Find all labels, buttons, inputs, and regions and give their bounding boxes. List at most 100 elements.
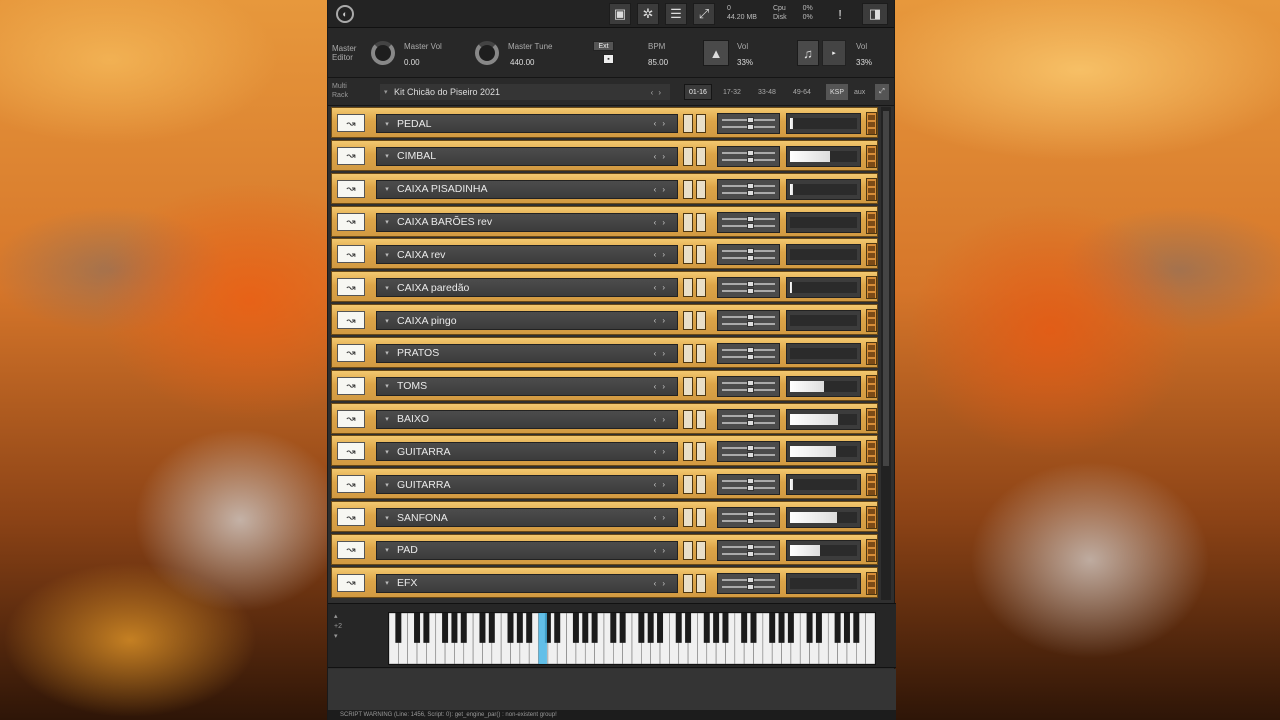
rack-view-icon[interactable]: ☰ [665,3,687,25]
solo-button[interactable] [683,540,693,560]
instrument-name-field[interactable]: ▾ CAIXA rev ‹› [376,245,678,265]
metronome-icon[interactable]: ▲ [703,40,729,66]
pan-slider-handle[interactable] [747,386,754,393]
mute-button[interactable] [696,311,706,331]
instrument-icon[interactable]: ↝ [337,540,365,559]
pan-slider-handle[interactable] [747,124,754,130]
instrument-slot[interactable]: ↝ ▾ GUITARRA ‹› [331,435,878,467]
pan-slider-handle[interactable] [747,255,754,262]
chevron-down-icon[interactable]: ▾ [377,349,397,357]
chevron-down-icon[interactable]: ▾ [377,185,397,193]
ksp-button[interactable]: KSP [826,84,849,100]
volume-slider-handle[interactable] [747,182,754,189]
prev-next-arrows[interactable]: ‹› [654,283,671,292]
master-tune-knob[interactable] [475,41,499,65]
tune-pan-sliders[interactable] [717,113,780,134]
expand-icon[interactable]: ⤢ [875,84,889,100]
instrument-name-field[interactable]: ▾ PEDAL ‹› [376,114,678,133]
prev-next-arrows[interactable]: ‹› [654,185,671,194]
black-key[interactable] [554,613,561,643]
pan-slider-handle[interactable] [747,419,754,426]
black-key[interactable] [414,613,421,643]
instrument-slot[interactable]: ↝ ▾ PAD ‹› [331,533,878,565]
chevron-down-icon[interactable]: ▾ [377,120,397,128]
aux-output-buttons[interactable] [866,473,877,497]
instrument-icon[interactable]: ↝ [337,343,365,362]
prev-next-arrows[interactable]: ‹› [654,218,671,227]
mute-button[interactable] [696,409,706,429]
chevron-down-icon[interactable]: ▾ [377,514,397,522]
kontakt-logo-icon[interactable]: ◐ [336,5,354,23]
alert-icon[interactable]: ! [833,3,847,25]
chevron-down-icon[interactable]: ▾ [377,579,397,587]
prev-next-arrows[interactable]: ‹› [651,88,666,97]
aux-output-buttons[interactable] [866,309,877,333]
black-key[interactable] [703,613,710,643]
chevron-down-icon[interactable]: ▾ [377,382,397,390]
resize-icon[interactable]: ⤢ [693,3,715,25]
instrument-icon[interactable]: ↝ [337,475,365,494]
page-tab-33-48[interactable]: 33-48 [754,84,780,100]
mute-button[interactable] [696,376,706,396]
volume-slider-handle[interactable] [747,543,754,550]
aux-output-buttons[interactable] [866,440,877,464]
aux-output-buttons[interactable] [866,112,877,135]
black-key[interactable] [460,613,467,643]
volume-slider-handle[interactable] [747,576,754,583]
chevron-down-icon[interactable]: ▾ [377,152,397,160]
chevron-down-icon[interactable]: ▾ [377,448,397,456]
aux-button[interactable]: aux [850,84,869,100]
black-key[interactable] [442,613,449,643]
tune-pan-sliders[interactable] [717,342,780,364]
volume-slider-handle[interactable] [747,215,754,222]
aux-output-buttons[interactable] [866,243,877,267]
aux-output-buttons[interactable] [866,144,877,168]
master-volume-knob[interactable] [371,41,395,65]
volume-slider-handle[interactable] [747,149,754,156]
prev-next-arrows[interactable]: ‹› [654,480,671,489]
solo-button[interactable] [683,409,693,429]
aux-output-buttons[interactable] [866,407,877,431]
pan-slider-handle[interactable] [747,452,754,459]
aux-output-buttons[interactable] [866,341,877,365]
instrument-icon[interactable]: ↝ [337,508,365,527]
instrument-slot[interactable]: ↝ ▾ CAIXA pingo ‹› [331,304,878,336]
black-key[interactable] [451,613,458,643]
black-key[interactable] [526,613,533,643]
pan-slider-handle[interactable] [747,156,754,163]
solo-button[interactable] [683,376,693,396]
tune-pan-sliders[interactable] [717,211,780,233]
chevron-down-icon[interactable]: ▾ [377,284,397,292]
volume-slider-handle[interactable] [747,248,754,255]
instrument-icon[interactable]: ↝ [337,409,365,428]
chevron-down-icon[interactable]: ▾ [377,218,397,226]
tune-pan-sliders[interactable] [717,408,780,430]
tap-button[interactable]: ▪ [603,54,614,64]
instrument-name-field[interactable]: ▾ PAD ‹› [376,540,678,560]
prev-next-arrows[interactable]: ‹› [654,250,671,259]
mute-button[interactable] [696,146,706,166]
instrument-slot[interactable]: ↝ ▾ BAIXO ‹› [331,402,878,434]
volume-slider-handle[interactable] [747,281,754,288]
solo-button[interactable] [683,508,693,528]
mute-button[interactable] [696,508,706,528]
volume-slider-handle[interactable] [747,445,754,452]
scrollbar-thumb[interactable] [883,111,889,466]
instrument-slot[interactable]: ↝ ▾ EFX ‹› [331,566,878,598]
solo-button[interactable] [683,114,693,133]
reference-button[interactable]: ▸ [822,40,846,66]
mute-button[interactable] [696,278,706,298]
volume-slider-handle[interactable] [747,379,754,386]
instrument-name-field[interactable]: ▾ CIMBAL ‹› [376,146,678,166]
black-key[interactable] [834,613,841,643]
mute-button[interactable] [696,475,706,495]
volume-slider-handle[interactable] [747,314,754,321]
pan-slider-handle[interactable] [747,189,754,196]
pan-slider-handle[interactable] [747,583,754,590]
instrument-name-field[interactable]: ▾ CAIXA PISADINHA ‹› [376,179,678,199]
instrument-slot[interactable]: ↝ ▾ SANFONA ‹› [331,501,878,533]
prev-next-arrows[interactable]: ‹› [654,349,671,358]
black-key[interactable] [610,613,617,643]
black-key[interactable] [713,613,720,643]
instrument-icon[interactable]: ↝ [337,146,365,165]
